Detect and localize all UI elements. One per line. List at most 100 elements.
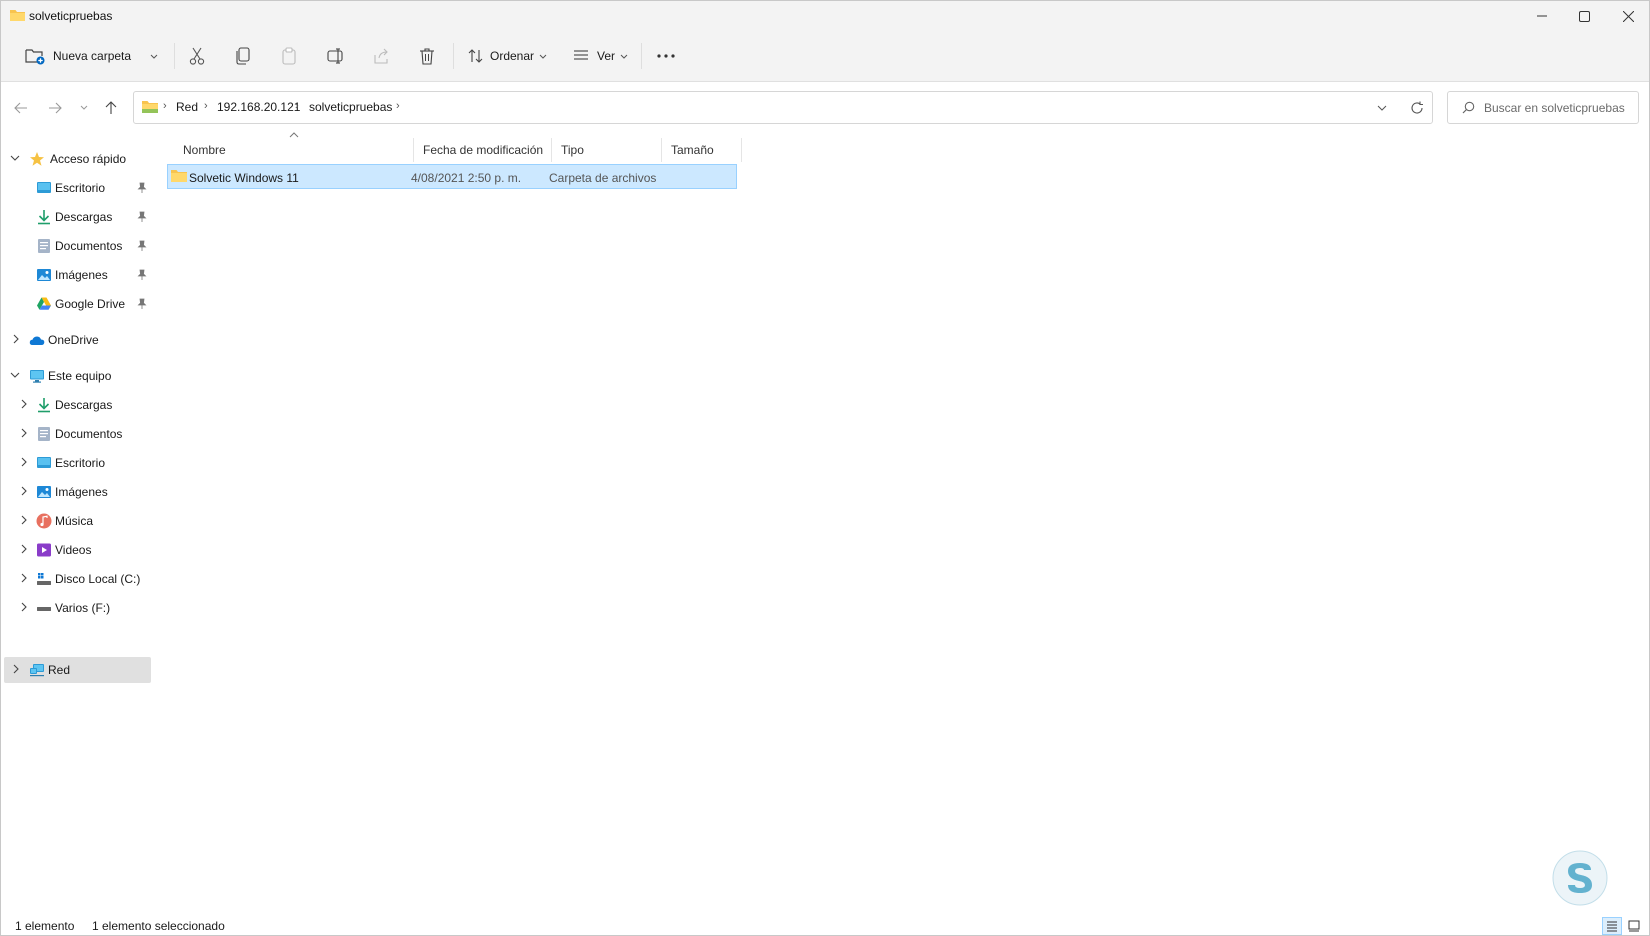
view-lines-icon [574, 50, 588, 60]
chevron-down-icon [620, 54, 628, 59]
search-placeholder: Buscar en solveticpruebas [1484, 101, 1625, 115]
column-header-name[interactable]: Nombre [173, 138, 409, 162]
large-icons-view-button[interactable] [1624, 917, 1644, 935]
view-button[interactable]: Ver [573, 31, 629, 81]
paste-button[interactable] [281, 31, 297, 81]
status-bar: 1 elemento 1 elemento seleccionado [1, 916, 1649, 935]
divider [174, 43, 175, 69]
sidebar-item-pc-videos[interactable]: Videos [4, 537, 151, 563]
search-input[interactable]: Buscar en solveticpruebas [1447, 91, 1639, 124]
sidebar-item-pc-disco-c[interactable]: Disco Local (C:) [4, 566, 151, 592]
solvetic-logo-icon [1552, 850, 1608, 906]
star-icon [30, 152, 44, 166]
delete-button[interactable] [419, 31, 435, 81]
sidebar-item-label: Música [55, 514, 94, 528]
navigation-pane: Acceso rápido Escritorio Descargas Docum… [1, 134, 153, 918]
breadcrumb-solveticpruebas[interactable]: solveticpruebas [309, 100, 392, 114]
sidebar-item-descargas[interactable]: Descargas [4, 204, 151, 230]
pin-icon [137, 269, 147, 280]
new-folder-label: Nueva carpeta [53, 49, 132, 63]
share-button[interactable] [373, 31, 391, 81]
download-icon [38, 210, 50, 225]
file-name: Solvetic Windows 11 [189, 171, 299, 185]
video-icon [37, 543, 51, 557]
file-row[interactable]: Solvetic Windows 11 4/08/2021 2:50 p. m.… [167, 164, 737, 189]
chevron-right-icon [21, 428, 27, 438]
sidebar-item-pc-musica[interactable]: Música [4, 508, 151, 534]
music-icon [36, 513, 52, 529]
rename-icon [327, 48, 343, 64]
up-button[interactable] [101, 98, 121, 118]
sidebar-item-pc-escritorio[interactable]: Escritorio [4, 450, 151, 476]
copy-button[interactable] [235, 31, 251, 81]
refresh-icon[interactable] [1410, 101, 1424, 115]
chevron-right-icon [21, 399, 27, 409]
back-button[interactable] [11, 98, 31, 118]
pin-icon [137, 298, 147, 309]
close-button[interactable] [1605, 1, 1649, 31]
sidebar-item-label: Escritorio [55, 181, 106, 195]
maximize-button[interactable] [1561, 1, 1607, 31]
chevron-right-icon [21, 573, 27, 583]
maximize-icon [1578, 10, 1590, 22]
cut-button[interactable] [189, 31, 205, 81]
sidebar-item-onedrive[interactable]: OneDrive [4, 327, 151, 353]
sidebar-item-label: Red [48, 663, 71, 677]
new-folder-button[interactable]: Nueva carpeta [25, 31, 159, 81]
sidebar-item-escritorio[interactable]: Escritorio [4, 175, 151, 201]
sidebar-item-label: OneDrive [48, 333, 99, 347]
sidebar-item-pc-varios-f[interactable]: Varios (F:) [4, 595, 151, 621]
view-label: Ver [597, 49, 616, 63]
chevron-down-icon[interactable] [1377, 103, 1387, 113]
minimize-button[interactable] [1519, 1, 1565, 31]
breadcrumb-red[interactable]: Red [176, 100, 198, 114]
desktop-icon [37, 457, 51, 468]
sidebar-item-pc-imagenes[interactable]: Imágenes [4, 479, 151, 505]
column-divider[interactable] [741, 138, 742, 162]
sidebar-item-label: Google Drive [55, 297, 126, 311]
breadcrumb-separator: › [396, 100, 400, 112]
breadcrumb-separator: › [295, 100, 299, 112]
sidebar-item-google-drive[interactable]: Google Drive [4, 291, 151, 317]
chevron-right-icon [21, 486, 27, 496]
sidebar-item-label: Documentos [55, 239, 123, 253]
pin-icon [137, 182, 147, 193]
column-header-type[interactable]: Tipo [551, 138, 661, 162]
pictures-icon [37, 269, 51, 281]
sidebar-item-pc-descargas[interactable]: Descargas [4, 392, 151, 418]
column-header-date[interactable]: Fecha de modificación [413, 138, 551, 162]
sidebar-item-quick-access[interactable]: Acceso rápido [4, 146, 151, 172]
pin-icon [137, 211, 147, 222]
drive-icon [37, 607, 51, 611]
forward-button[interactable] [45, 98, 65, 118]
search-icon [1462, 101, 1475, 114]
sidebar-item-network[interactable]: Red [4, 657, 151, 683]
column-header-size[interactable]: Tamaño [661, 138, 741, 162]
trash-icon [420, 48, 434, 65]
sidebar-item-this-pc[interactable]: Este equipo [4, 363, 151, 389]
pictures-icon [37, 486, 51, 498]
sidebar-item-imagenes[interactable]: Imágenes [4, 262, 151, 288]
sidebar-item-pc-documentos[interactable]: Documentos [4, 421, 151, 447]
sidebar-item-label: Descargas [55, 398, 113, 412]
recent-locations-button[interactable] [74, 98, 94, 118]
sidebar-item-documentos[interactable]: Documentos [4, 233, 151, 259]
new-folder-icon [25, 49, 45, 65]
sort-button[interactable]: Ordenar [468, 31, 548, 81]
network-icon [30, 664, 44, 677]
minimize-icon [1537, 15, 1547, 17]
document-icon [38, 427, 50, 441]
breadcrumb-ip[interactable]: 192.168.20.121 [217, 100, 300, 114]
onedrive-cloud-icon [29, 336, 45, 345]
more-options-button[interactable] [657, 31, 675, 81]
command-bar: Nueva carpeta Ordenar Ver [1, 31, 1649, 82]
selection-count: 1 elemento seleccionado [92, 919, 225, 933]
details-view-button[interactable] [1602, 917, 1622, 935]
paste-icon [282, 47, 296, 65]
arrow-right-icon [49, 102, 62, 114]
download-icon [38, 398, 50, 413]
divider [641, 43, 642, 69]
rename-button[interactable] [327, 31, 345, 81]
address-bar[interactable]: › Red › 192.168.20.121 › solveticpruebas… [133, 91, 1433, 124]
sidebar-item-label: Acceso rápido [50, 152, 127, 166]
